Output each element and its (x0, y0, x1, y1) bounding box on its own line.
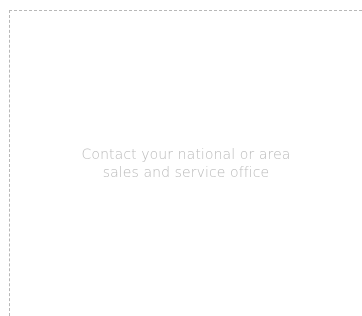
contact-message: Contact your national or area sales and … (81, 146, 291, 181)
page: Contact your national or area sales and … (0, 0, 362, 316)
contact-info-card: Contact your national or area sales and … (9, 10, 362, 316)
